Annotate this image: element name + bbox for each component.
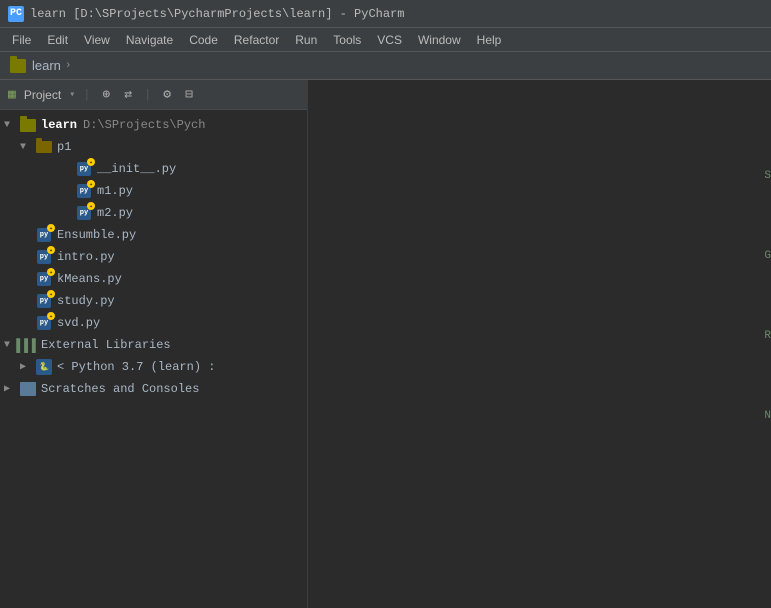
main-layout: ▦ Project ▾ | ⊕ ⇄ | ⚙ ⊟ learn D:\SProjec… xyxy=(0,80,771,608)
scratches-icon xyxy=(20,382,36,396)
scratches-label: Scratches and Consoles xyxy=(41,382,199,396)
breadcrumb-bar: learn › xyxy=(0,52,771,80)
editor-area: S G R N xyxy=(308,80,771,608)
init-label: __init__.py xyxy=(97,162,176,176)
sidebar: ▦ Project ▾ | ⊕ ⇄ | ⚙ ⊟ learn D:\SProjec… xyxy=(0,80,308,608)
python-env-icon: 🐍 xyxy=(36,359,52,375)
toolbar-sep-2: | xyxy=(144,88,151,102)
svd-file-icon: ✦ xyxy=(36,315,52,331)
settings-button[interactable]: ⚙ xyxy=(159,85,175,104)
svd-label: svd.py xyxy=(57,316,100,330)
tree-root-arrow xyxy=(4,120,16,131)
study-label: study.py xyxy=(57,294,115,308)
menu-bar: File Edit View Navigate Code Refactor Ru… xyxy=(0,28,771,52)
p1-label: p1 xyxy=(57,140,71,154)
python-env-label: < Python 3.7 (learn) : xyxy=(57,360,215,374)
tree-folder-p1[interactable]: p1 xyxy=(0,136,307,158)
tree-root-learn[interactable]: learn D:\SProjects\Pych xyxy=(0,114,307,136)
tree-file-init[interactable]: ✦ __init__.py xyxy=(0,158,307,180)
tree-file-intro[interactable]: ✦ intro.py xyxy=(0,246,307,268)
menu-view[interactable]: View xyxy=(76,31,118,49)
tree-file-ensumble[interactable]: ✦ Ensumble.py xyxy=(0,224,307,246)
intro-label: intro.py xyxy=(57,250,115,264)
menu-refactor[interactable]: Refactor xyxy=(226,31,287,49)
ext-lib-label: External Libraries xyxy=(41,338,171,352)
edge-label-n: N xyxy=(764,410,771,422)
project-dropdown-arrow[interactable]: ▾ xyxy=(69,89,75,101)
tree-file-svd[interactable]: ✦ svd.py xyxy=(0,312,307,334)
collapse-all-button[interactable]: ⊟ xyxy=(181,85,197,104)
m1-file-icon: ✦ xyxy=(76,183,92,199)
ensumble-label: Ensumble.py xyxy=(57,228,136,242)
ext-lib-icon: ▌▌▌ xyxy=(20,337,36,353)
project-toolbar: ▦ Project ▾ | ⊕ ⇄ | ⚙ ⊟ xyxy=(0,80,307,110)
tree-python-env[interactable]: 🐍 < Python 3.7 (learn) : xyxy=(0,356,307,378)
kmeans-file-icon: ✦ xyxy=(36,271,52,287)
locate-file-button[interactable]: ⊕ xyxy=(98,85,114,104)
m2-file-icon: ✦ xyxy=(76,205,92,221)
intro-file-icon: ✦ xyxy=(36,249,52,265)
project-label: Project xyxy=(24,88,61,102)
menu-vcs[interactable]: VCS xyxy=(369,31,410,49)
breadcrumb-arrow: › xyxy=(65,60,72,72)
menu-tools[interactable]: Tools xyxy=(325,31,369,49)
scratches-arrow xyxy=(4,383,16,395)
kmeans-label: kMeans.py xyxy=(57,272,122,286)
app-icon: PC xyxy=(8,6,24,22)
m1-label: m1.py xyxy=(97,184,133,198)
menu-navigate[interactable]: Navigate xyxy=(118,31,181,49)
menu-code[interactable]: Code xyxy=(181,31,226,49)
breadcrumb-label[interactable]: learn xyxy=(32,58,61,73)
tree-external-libraries[interactable]: ▌▌▌ External Libraries xyxy=(0,334,307,356)
title-bar: PC learn [D:\SProjects\PycharmProjects\l… xyxy=(0,0,771,28)
study-file-icon: ✦ xyxy=(36,293,52,309)
window-title: learn [D:\SProjects\PycharmProjects\lear… xyxy=(30,7,404,21)
init-file-icon: ✦ xyxy=(76,161,92,177)
tree-file-study[interactable]: ✦ study.py xyxy=(0,290,307,312)
root-folder-icon xyxy=(20,119,36,132)
menu-file[interactable]: File xyxy=(4,31,39,49)
menu-window[interactable]: Window xyxy=(410,31,469,49)
python-env-arrow xyxy=(20,361,32,373)
edge-label-r: R xyxy=(764,330,771,342)
breadcrumb-folder-icon xyxy=(10,59,26,73)
menu-run[interactable]: Run xyxy=(287,31,325,49)
menu-edit[interactable]: Edit xyxy=(39,31,76,49)
project-panel-icon: ▦ xyxy=(8,87,16,102)
root-path: D:\SProjects\Pych xyxy=(83,118,205,132)
ext-lib-arrow xyxy=(4,340,16,351)
tree-file-kmeans[interactable]: ✦ kMeans.py xyxy=(0,268,307,290)
toolbar-sep-1: | xyxy=(83,88,90,102)
root-label: learn xyxy=(41,118,77,132)
p1-arrow xyxy=(20,142,32,153)
edge-label-g: G xyxy=(764,250,771,262)
p1-folder-icon xyxy=(36,141,52,153)
m2-label: m2.py xyxy=(97,206,133,220)
ensumble-file-icon: ✦ xyxy=(36,227,52,243)
file-tree: learn D:\SProjects\Pych p1 ✦ __init__.py xyxy=(0,110,307,608)
tree-file-m1[interactable]: ✦ m1.py xyxy=(0,180,307,202)
tree-scratches[interactable]: Scratches and Consoles xyxy=(0,378,307,400)
tree-file-m2[interactable]: ✦ m2.py xyxy=(0,202,307,224)
edge-label-s: S xyxy=(764,170,771,182)
scroll-from-source-button[interactable]: ⇄ xyxy=(120,85,136,104)
menu-help[interactable]: Help xyxy=(469,31,510,49)
